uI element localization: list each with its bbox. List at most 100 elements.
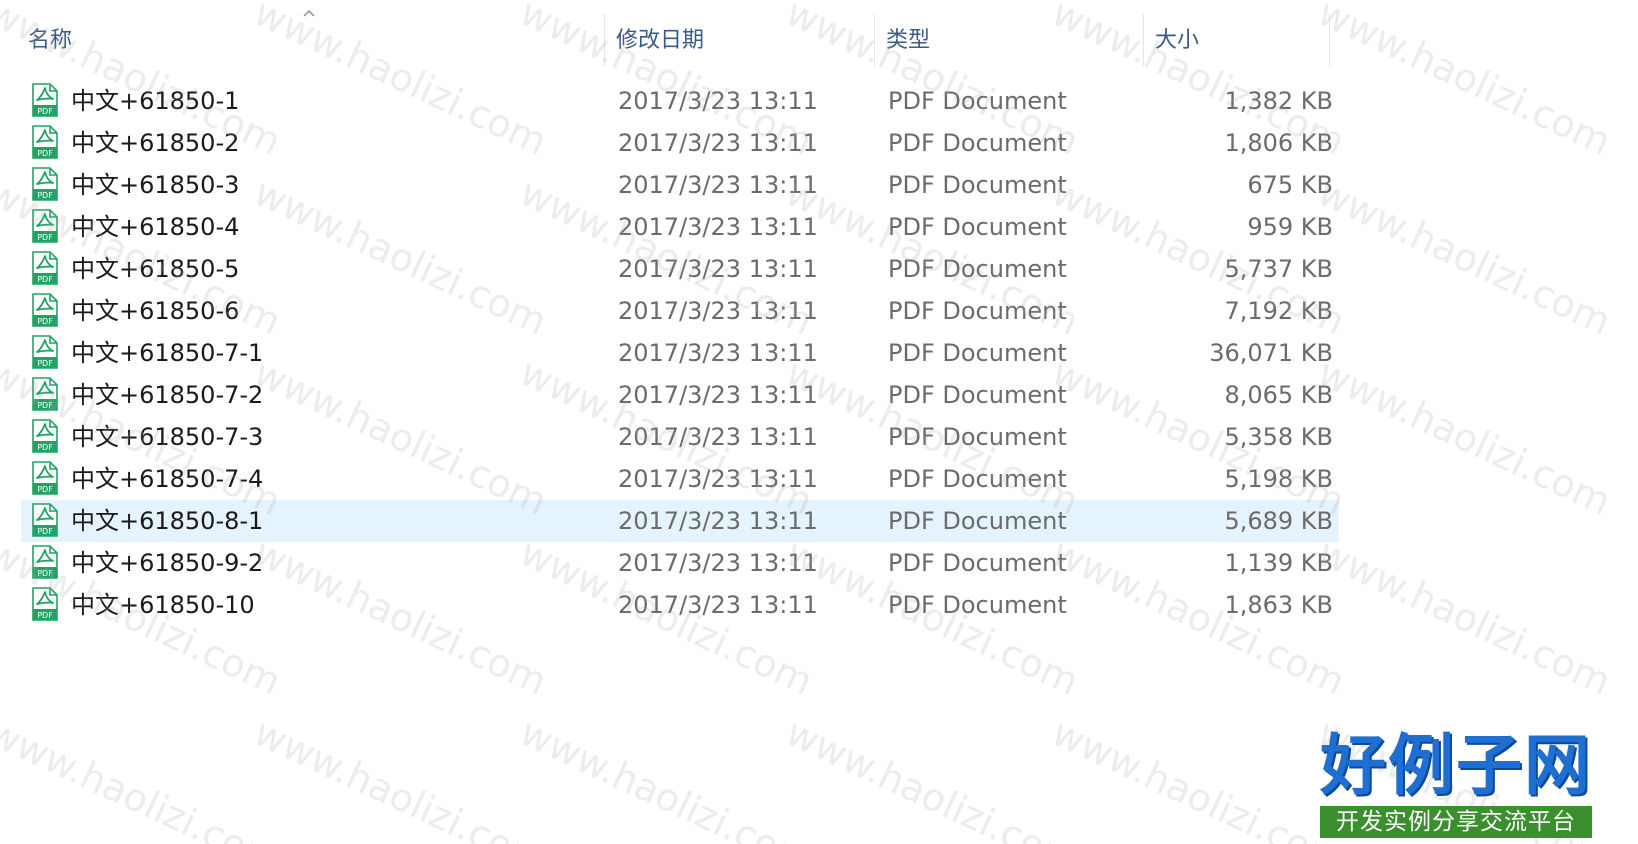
- svg-text:PDF: PDF: [37, 275, 53, 284]
- file-row[interactable]: PDF 中文+61850-5 2017/3/23 13:11 PDF Docum…: [21, 248, 1339, 290]
- svg-text:PDF: PDF: [37, 611, 53, 620]
- file-type: PDF Document: [888, 381, 1067, 409]
- file-name: 中文+61850-7-1: [71, 339, 264, 367]
- file-explorer-details-view: 名称 修改日期 类型 大小 PDF 中文+61850-1 2017/3/23 1…: [0, 0, 1638, 844]
- pdf-file-icon: PDF: [31, 251, 59, 285]
- pdf-file-icon: PDF: [31, 293, 59, 327]
- file-type: PDF Document: [888, 171, 1067, 199]
- svg-text:PDF: PDF: [37, 191, 53, 200]
- file-row[interactable]: PDF 中文+61850-9-2 2017/3/23 13:11 PDF Doc…: [21, 542, 1339, 584]
- watermark-text: www.haolizi.com: [247, 710, 554, 844]
- pdf-file-icon: PDF: [31, 125, 59, 159]
- svg-text:PDF: PDF: [37, 359, 53, 368]
- pdf-file-icon: PDF: [31, 503, 59, 537]
- file-row[interactable]: PDF 中文+61850-3 2017/3/23 13:11 PDF Docum…: [21, 164, 1339, 206]
- file-row[interactable]: PDF 中文+61850-10 2017/3/23 13:11 PDF Docu…: [21, 584, 1339, 626]
- pdf-file-icon: PDF: [31, 335, 59, 369]
- column-header-date[interactable]: 修改日期: [606, 14, 874, 66]
- file-name: 中文+61850-4: [71, 213, 240, 241]
- file-modified-date: 2017/3/23 13:11: [618, 591, 818, 619]
- file-modified-date: 2017/3/23 13:11: [618, 213, 818, 241]
- file-type: PDF Document: [888, 423, 1067, 451]
- pdf-file-icon: PDF: [31, 209, 59, 243]
- file-modified-date: 2017/3/23 13:11: [618, 423, 818, 451]
- file-name: 中文+61850-8-1: [71, 507, 264, 535]
- file-size: 5,689 KB: [1224, 507, 1333, 535]
- file-modified-date: 2017/3/23 13:11: [618, 171, 818, 199]
- svg-text:PDF: PDF: [37, 443, 53, 452]
- watermark-text: www.haolizi.com: [513, 710, 820, 844]
- file-type: PDF Document: [888, 339, 1067, 367]
- file-modified-date: 2017/3/23 13:11: [618, 339, 818, 367]
- watermark-text: www.haolizi.com: [0, 710, 288, 844]
- column-separator[interactable]: [604, 14, 605, 66]
- chevron-up-icon: [302, 8, 316, 22]
- pdf-file-icon: PDF: [31, 83, 59, 117]
- file-modified-date: 2017/3/23 13:11: [618, 549, 818, 577]
- logo-slogan: 开发实例分享交流平台: [1320, 806, 1592, 838]
- svg-text:PDF: PDF: [37, 485, 53, 494]
- svg-text:PDF: PDF: [37, 569, 53, 578]
- file-size: 959 KB: [1247, 213, 1333, 241]
- file-row[interactable]: PDF 中文+61850-8-1 2017/3/23 13:11 PDF Doc…: [21, 500, 1339, 542]
- file-name: 中文+61850-2: [71, 129, 240, 157]
- file-row[interactable]: PDF 中文+61850-6 2017/3/23 13:11 PDF Docum…: [21, 290, 1339, 332]
- file-type: PDF Document: [888, 129, 1067, 157]
- logo-brand: 好例子网: [1320, 726, 1592, 804]
- file-name: 中文+61850-3: [71, 171, 240, 199]
- file-list: PDF 中文+61850-1 2017/3/23 13:11 PDF Docum…: [0, 80, 1339, 626]
- file-size: 36,071 KB: [1209, 339, 1333, 367]
- file-modified-date: 2017/3/23 13:11: [618, 297, 818, 325]
- site-logo: 好例子网 开发实例分享交流平台: [1316, 726, 1596, 840]
- file-row[interactable]: PDF 中文+61850-4 2017/3/23 13:11 PDF Docum…: [21, 206, 1339, 248]
- file-type: PDF Document: [888, 213, 1067, 241]
- file-type: PDF Document: [888, 255, 1067, 283]
- column-header-type[interactable]: 类型: [876, 14, 1142, 66]
- file-size: 1,139 KB: [1224, 549, 1333, 577]
- file-type: PDF Document: [888, 591, 1067, 619]
- column-separator[interactable]: [1329, 14, 1330, 66]
- file-size: 1,863 KB: [1224, 591, 1333, 619]
- file-size: 5,358 KB: [1224, 423, 1333, 451]
- file-row[interactable]: PDF 中文+61850-7-3 2017/3/23 13:11 PDF Doc…: [21, 416, 1339, 458]
- svg-text:PDF: PDF: [37, 233, 53, 242]
- column-header-date-label: 修改日期: [616, 28, 705, 53]
- watermark-text: www.haolizi.com: [1311, 350, 1618, 524]
- file-row[interactable]: PDF 中文+61850-7-4 2017/3/23 13:11 PDF Doc…: [21, 458, 1339, 500]
- svg-text:PDF: PDF: [37, 527, 53, 536]
- file-type: PDF Document: [888, 549, 1067, 577]
- column-separator[interactable]: [1143, 14, 1144, 66]
- file-modified-date: 2017/3/23 13:11: [618, 87, 818, 115]
- watermark-text: www.haolizi.com: [779, 710, 1086, 844]
- svg-text:PDF: PDF: [37, 107, 53, 116]
- file-row[interactable]: PDF 中文+61850-1 2017/3/23 13:11 PDF Docum…: [21, 80, 1339, 122]
- column-header-bar: 名称 修改日期 类型 大小: [0, 0, 1330, 82]
- file-size: 7,192 KB: [1224, 297, 1333, 325]
- file-name: 中文+61850-10: [71, 591, 255, 619]
- file-row[interactable]: PDF 中文+61850-7-1 2017/3/23 13:11 PDF Doc…: [21, 332, 1339, 374]
- file-name: 中文+61850-9-2: [71, 549, 264, 577]
- file-size: 1,382 KB: [1224, 87, 1333, 115]
- file-row[interactable]: PDF 中文+61850-7-2 2017/3/23 13:11 PDF Doc…: [21, 374, 1339, 416]
- watermark-text: www.haolizi.com: [1045, 710, 1352, 844]
- file-name: 中文+61850-5: [71, 255, 240, 283]
- file-name: 中文+61850-7-2: [71, 381, 264, 409]
- column-header-name-label: 名称: [28, 28, 73, 53]
- file-row[interactable]: PDF 中文+61850-2 2017/3/23 13:11 PDF Docum…: [21, 122, 1339, 164]
- file-type: PDF Document: [888, 507, 1067, 535]
- watermark-text: www.haolizi.com: [1311, 0, 1618, 164]
- file-name: 中文+61850-7-3: [71, 423, 264, 451]
- column-separator[interactable]: [874, 14, 875, 66]
- svg-text:PDF: PDF: [37, 401, 53, 410]
- column-header-size[interactable]: 大小: [1145, 14, 1329, 66]
- file-name: 中文+61850-6: [71, 297, 240, 325]
- column-header-type-label: 类型: [886, 28, 931, 53]
- svg-text:PDF: PDF: [37, 317, 53, 326]
- file-modified-date: 2017/3/23 13:11: [618, 465, 818, 493]
- svg-text:PDF: PDF: [37, 149, 53, 158]
- pdf-file-icon: PDF: [31, 377, 59, 411]
- file-modified-date: 2017/3/23 13:11: [618, 507, 818, 535]
- file-size: 1,806 KB: [1224, 129, 1333, 157]
- file-name: 中文+61850-7-4: [71, 465, 264, 493]
- file-type: PDF Document: [888, 297, 1067, 325]
